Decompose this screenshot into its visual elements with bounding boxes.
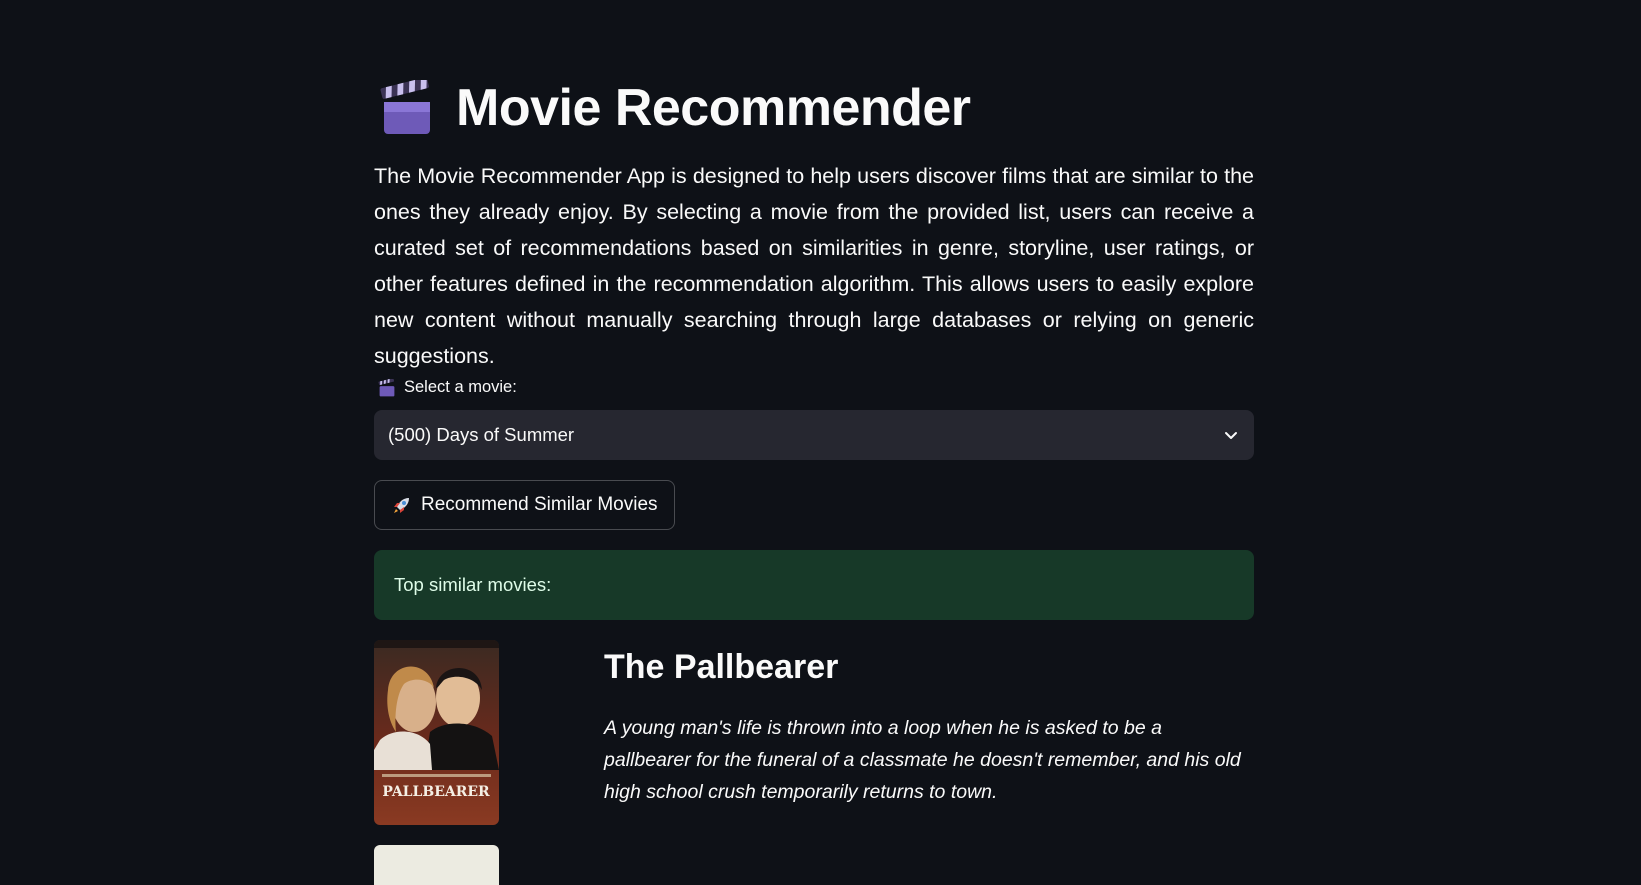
chevron-down-icon[interactable] [1222,426,1240,444]
movie-poster-next [374,845,499,885]
title-row: Movie Recommender [380,74,971,142]
clapper-board-icon [380,80,430,134]
movie-overview: A young man's life is thrown into a loop… [604,717,1241,803]
movie-title: The Pallbearer [604,648,839,686]
poster-title-text: PALLBEARER [382,784,490,800]
movie-select[interactable]: (500) Days of Summer [374,410,1254,460]
results-heading: Top similar movies: [394,574,552,595]
movie-poster: PALLBEARER [374,640,499,825]
recommend-button[interactable]: Recommend Similar Movies [374,480,675,530]
app-description: The Movie Recommender App is designed to… [374,164,1254,368]
rocket-icon [394,498,409,513]
results-banner: Top similar movies: [374,550,1254,620]
select-label: Select a movie: [378,378,517,397]
poster-image: PALLBEARER [374,640,499,825]
movie-select-value[interactable]: (500) Days of Summer [388,424,1222,446]
select-label-text: Select a movie: [404,378,517,396]
clapper-board-icon [378,378,395,396]
page-title: Movie Recommender [456,79,971,137]
recommend-button-label[interactable]: Recommend Similar Movies [421,494,658,516]
